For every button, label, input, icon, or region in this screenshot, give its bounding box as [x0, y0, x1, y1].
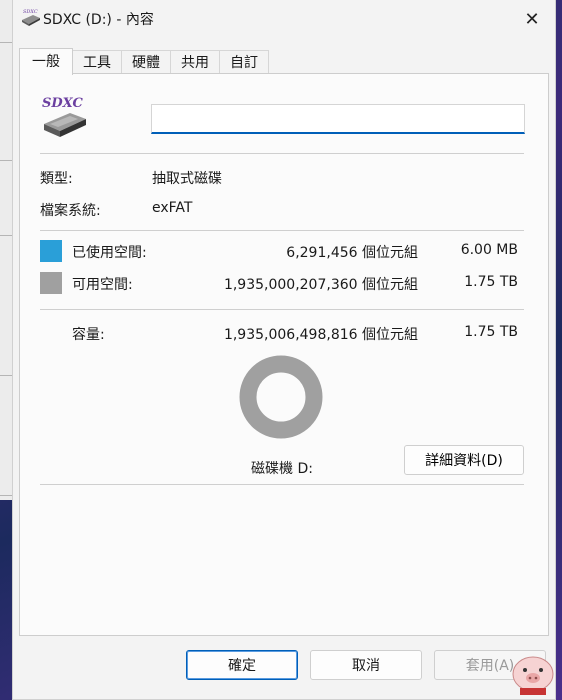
type-label: 類型: [40, 171, 73, 187]
divider [40, 153, 524, 154]
filesystem-value: exFAT [152, 200, 193, 216]
used-space-size: 6.00 MB [460, 242, 518, 258]
free-space-size: 1.75 TB [464, 274, 518, 290]
tab-hardware[interactable]: 硬體 [121, 50, 171, 75]
tab-tools[interactable]: 工具 [72, 50, 122, 75]
divider [40, 484, 524, 485]
type-value: 抽取式磁碟 [152, 171, 222, 187]
svg-text:SDXC: SDXC [42, 96, 84, 111]
volume-name-input[interactable] [151, 104, 525, 134]
free-space-swatch [40, 272, 62, 294]
tab-strip: 一般 工具 硬體 共用 自訂 [19, 48, 269, 75]
filesystem-label: 檔案系統: [40, 203, 101, 219]
free-space-bytes: 1,935,000,207,360 個位元組 [223, 277, 418, 293]
cancel-button[interactable]: 取消 [310, 650, 422, 680]
tab-general[interactable]: 一般 [19, 48, 73, 75]
general-panel: SDXC 類型: 抽取式磁碟 檔案系統: exFAT 已使用空間: 6,291,… [19, 73, 549, 636]
used-space-bytes: 6,291,456 個位元組 [286, 245, 418, 261]
tab-customize[interactable]: 自訂 [219, 50, 269, 75]
free-space-label: 可用空間: [72, 277, 133, 293]
close-icon: ✕ [524, 8, 540, 30]
watermark-mascot-logo [512, 656, 554, 695]
sd-drive-icon: SDXC [22, 9, 40, 26]
usage-donut-chart [239, 355, 323, 439]
svg-text:SDXC: SDXC [23, 9, 38, 15]
drive-letter-label: 磁碟機 D: [251, 461, 313, 477]
used-space-label: 已使用空間: [72, 245, 147, 261]
close-button[interactable]: ✕ [517, 6, 547, 32]
title-bar: SDXC SDXC (D:) - 內容 ✕ [13, 0, 555, 38]
divider [40, 230, 524, 231]
sdxc-drive-icon: SDXC [42, 96, 86, 137]
properties-dialog: SDXC SDXC (D:) - 內容 ✕ 一般 工具 硬體 共用 自訂 SDX… [12, 0, 556, 700]
tab-sharing[interactable]: 共用 [170, 50, 220, 75]
used-space-swatch [40, 240, 62, 262]
window-title: SDXC (D:) - 內容 [43, 12, 154, 28]
capacity-size: 1.75 TB [464, 324, 518, 340]
capacity-label: 容量: [72, 327, 105, 343]
details-button[interactable]: 詳細資料(D) [404, 445, 524, 475]
divider [40, 309, 524, 310]
ok-button[interactable]: 確定 [186, 650, 298, 680]
donut-free-segment [239, 355, 323, 439]
capacity-bytes: 1,935,006,498,816 個位元組 [223, 327, 418, 343]
